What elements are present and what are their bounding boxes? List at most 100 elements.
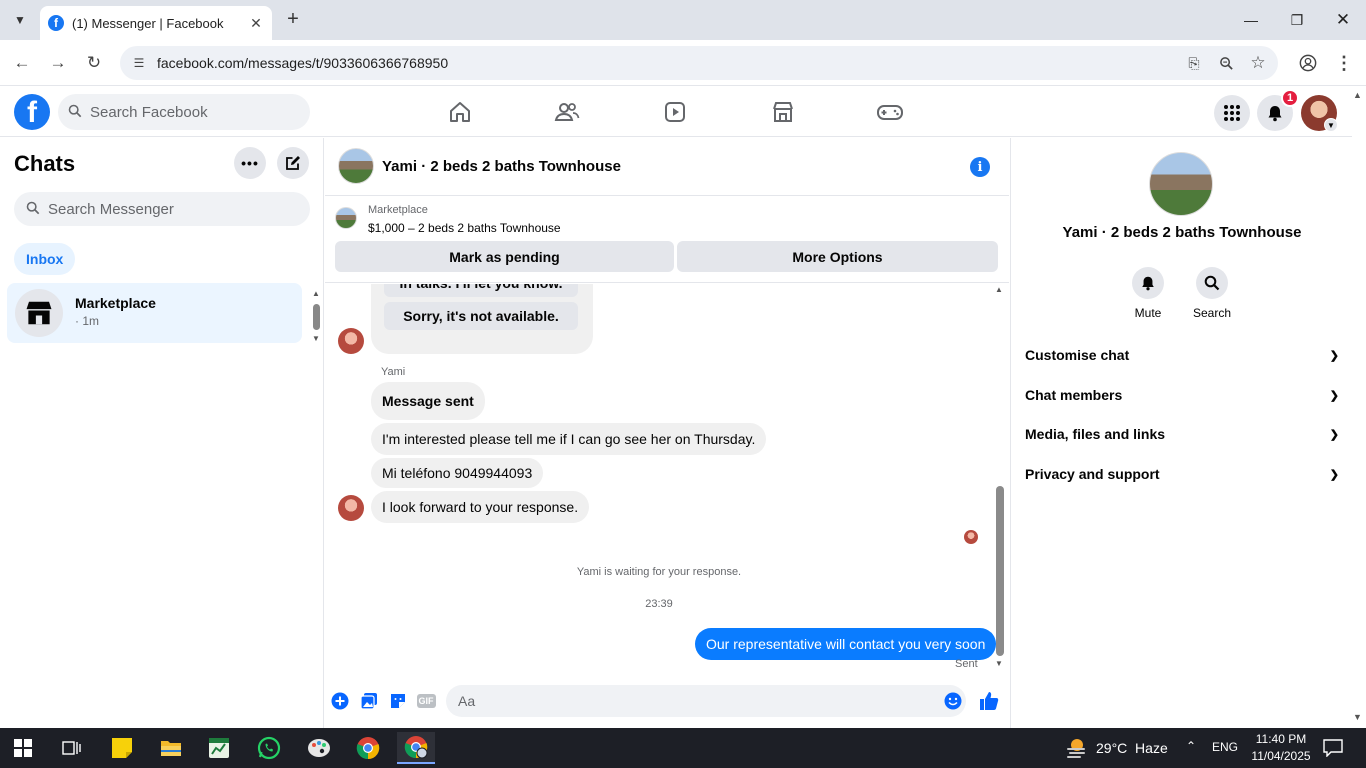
info-avatar[interactable] — [1149, 152, 1213, 216]
conversation-info-panel: Yami · 2 beds 2 baths Townhouse Mute Sea… — [1010, 138, 1352, 728]
site-info-icon[interactable]: ☰ — [130, 54, 148, 72]
messenger-search[interactable] — [14, 192, 310, 226]
chrome-profile-active-icon[interactable] — [397, 732, 435, 764]
conversation-title[interactable]: Yami · 2 beds 2 baths Townhouse — [382, 158, 621, 175]
more-actions-plus-icon[interactable] — [330, 691, 350, 711]
windows-start-icon[interactable] — [4, 732, 42, 764]
seen-indicator-avatar — [964, 530, 978, 544]
account-chevron-down-icon[interactable]: ▼ — [1324, 118, 1338, 132]
url-text[interactable]: facebook.com/messages/t/9033606366768950 — [157, 55, 448, 71]
zoom-icon[interactable] — [1216, 53, 1236, 73]
sender-avatar[interactable] — [338, 495, 364, 521]
close-window-icon[interactable]: ✕ — [1320, 6, 1366, 34]
message-composer: GIF — [325, 683, 1009, 719]
privacy-support-section[interactable]: Privacy and support ❯ — [1025, 462, 1339, 486]
incoming-message[interactable]: Message sent — [371, 382, 485, 420]
gaming-icon[interactable] — [874, 97, 906, 127]
chat-list-scrollbar[interactable] — [313, 304, 320, 330]
chat-list-scroll-up-icon[interactable]: ▲ — [312, 289, 320, 298]
inbox-filter-tab[interactable]: Inbox — [14, 243, 76, 275]
whatsapp-icon[interactable] — [250, 732, 288, 764]
messenger-search-input[interactable] — [48, 200, 288, 218]
search-icon[interactable] — [1196, 267, 1228, 299]
chat-options-more-icon[interactable]: ••• — [234, 147, 266, 179]
messages-scroll-down-icon[interactable]: ▼ — [995, 659, 1003, 668]
mute-action[interactable]: Mute — [1118, 267, 1178, 320]
message-input-box[interactable] — [446, 685, 966, 717]
incoming-message[interactable]: Mi teléfono 9049944093 — [371, 458, 544, 488]
facebook-search[interactable] — [58, 94, 310, 130]
tab-search-chevron-icon[interactable]: ▼ — [6, 8, 34, 32]
waiting-status-text: Yami is waiting for your response. — [576, 566, 742, 578]
tab-close-icon[interactable]: ✕ — [248, 15, 264, 32]
weather-text[interactable]: 29°C Haze — [1096, 740, 1168, 756]
sticker-icon[interactable] — [388, 691, 408, 711]
facebook-search-input[interactable] — [90, 103, 290, 121]
bookmark-star-icon[interactable]: ☆ — [1248, 53, 1268, 73]
input-language[interactable]: ENG — [1212, 740, 1238, 754]
new-tab-button[interactable]: + — [282, 8, 304, 30]
profile-icon[interactable] — [1295, 50, 1321, 76]
home-icon[interactable] — [444, 97, 476, 127]
listing-thumbnail[interactable] — [335, 207, 357, 229]
weather-haze-icon[interactable] — [1064, 736, 1088, 760]
thumbs-up-icon[interactable] — [979, 691, 999, 711]
browser-menu-icon[interactable]: ⋮ — [1331, 50, 1357, 76]
more-options-button[interactable]: More Options — [677, 241, 998, 272]
search-action[interactable]: Search — [1182, 267, 1242, 320]
page-scroll-up-icon[interactable]: ▲ — [1353, 90, 1362, 100]
outgoing-message[interactable]: Our representative will contact you very… — [695, 628, 997, 660]
chrome-icon[interactable] — [349, 732, 387, 764]
video-icon[interactable] — [659, 97, 691, 127]
chevron-down-icon: ❯ — [1329, 349, 1339, 362]
chat-list-scroll-down-icon[interactable]: ▼ — [312, 334, 320, 343]
mark-as-pending-button[interactable]: Mark as pending — [335, 241, 674, 272]
media-files-links-section[interactable]: Media, files and links ❯ — [1025, 422, 1339, 446]
reload-icon[interactable]: ↻ — [81, 50, 107, 76]
section-label: Media, files and links — [1025, 426, 1166, 442]
menu-grid-icon[interactable] — [1214, 95, 1250, 131]
chat-list-item[interactable]: Marketplace · 1m — [7, 283, 302, 343]
gif-icon[interactable]: GIF — [416, 691, 436, 711]
conversation-avatar[interactable] — [338, 148, 374, 184]
friends-icon[interactable] — [551, 97, 583, 127]
back-arrow-icon[interactable]: ← — [9, 50, 35, 76]
chat-name: Marketplace — [75, 295, 156, 311]
file-explorer-icon[interactable] — [152, 732, 190, 764]
facebook-logo-icon[interactable]: f — [14, 94, 50, 130]
address-bar[interactable]: ☰ facebook.com/messages/t/90336063667689… — [120, 46, 1278, 80]
system-tray-chevron-up-icon[interactable]: ⌃ — [1186, 739, 1196, 753]
minimize-window-icon[interactable]: — — [1228, 6, 1274, 34]
customise-chat-section[interactable]: Customise chat ❯ — [1025, 343, 1339, 367]
notification-center-icon[interactable] — [1323, 739, 1343, 758]
message-input[interactable] — [458, 693, 928, 709]
spreadsheet-app-icon[interactable] — [200, 732, 238, 764]
emoji-icon[interactable] — [943, 691, 963, 711]
clock-date[interactable]: 11/04/2025 — [1248, 749, 1314, 763]
browser-toolbar: ← → ↻ ☰ facebook.com/messages/t/90336063… — [0, 40, 1366, 86]
quick-reply-button[interactable]: In talks. I'll let you know. — [384, 284, 578, 297]
marketplace-icon[interactable] — [767, 97, 799, 127]
paint-app-icon[interactable] — [300, 732, 338, 764]
conversation-info-icon[interactable]: i — [970, 157, 990, 177]
messages-scroll-up-icon[interactable]: ▲ — [995, 285, 1003, 294]
chat-members-section[interactable]: Chat members ❯ — [1025, 383, 1339, 407]
incoming-message[interactable]: I look forward to your response. — [371, 491, 590, 523]
attach-photo-icon[interactable] — [359, 691, 379, 711]
browser-tab-messenger[interactable]: f (1) Messenger | Facebook ✕ — [40, 6, 272, 40]
forward-arrow-icon[interactable]: → — [45, 50, 71, 76]
sticky-notes-icon[interactable] — [103, 732, 141, 764]
facebook-favicon-icon: f — [48, 15, 64, 31]
page-scroll-down-icon[interactable]: ▼ — [1353, 712, 1362, 722]
messages-scrollbar[interactable] — [996, 486, 1004, 656]
clock-time[interactable]: 11:40 PM — [1250, 732, 1312, 746]
new-message-compose-icon[interactable] — [277, 147, 309, 179]
listing-title[interactable]: $1,000 – 2 beds 2 baths Townhouse — [368, 221, 561, 235]
install-app-icon[interactable]: ⎘ — [1184, 53, 1204, 73]
task-view-icon[interactable] — [52, 732, 90, 764]
bell-icon[interactable] — [1132, 267, 1164, 299]
quick-reply-button[interactable]: Sorry, it's not available. — [384, 302, 578, 330]
sender-avatar[interactable] — [338, 328, 364, 354]
incoming-message[interactable]: I'm interested please tell me if I can g… — [371, 423, 767, 455]
restore-window-icon[interactable]: ❐ — [1274, 6, 1320, 34]
